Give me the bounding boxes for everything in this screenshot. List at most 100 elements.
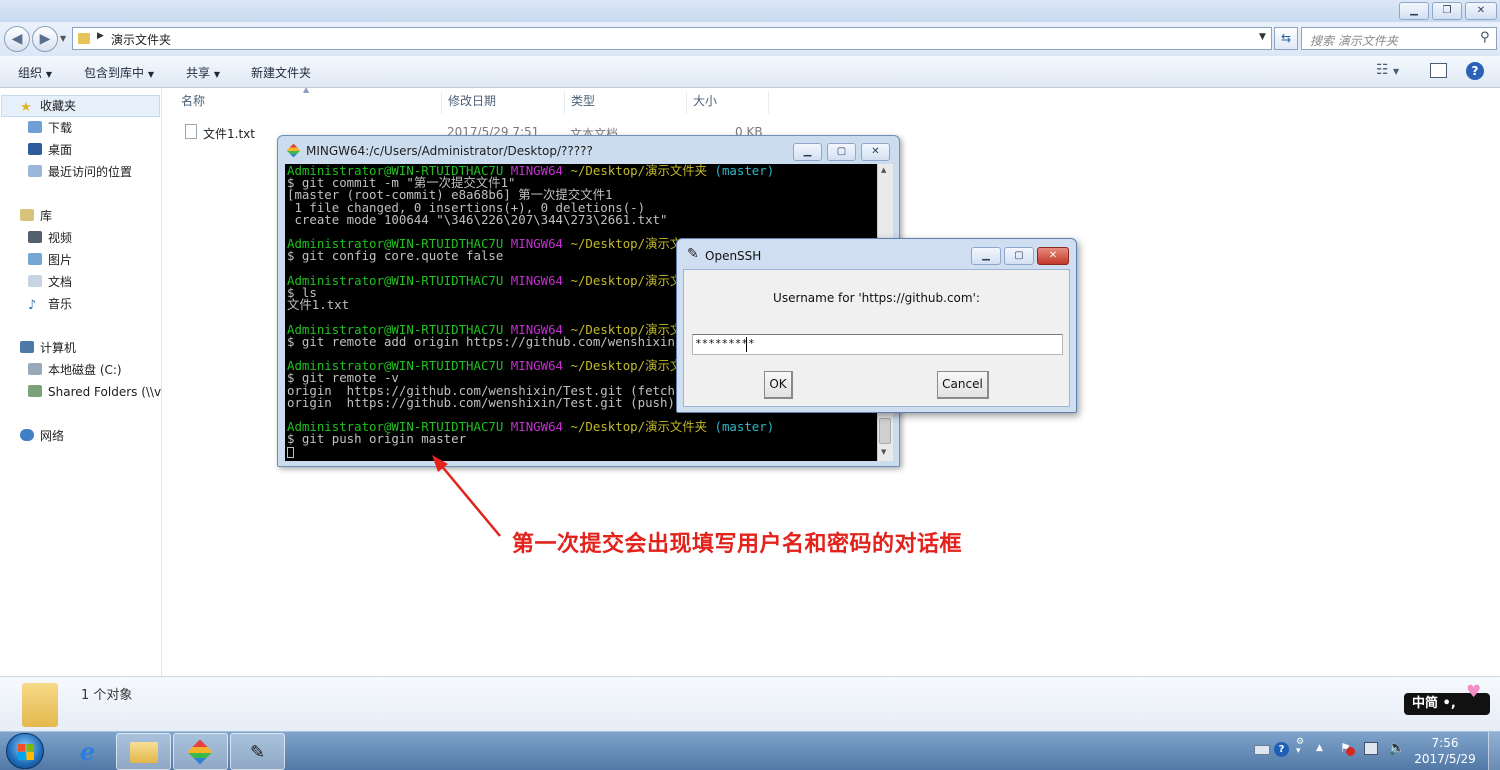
username-input[interactable]: *********: [692, 334, 1063, 355]
terminal-minimize-button[interactable]: ▁: [793, 143, 822, 161]
git-bash-icon: [286, 143, 301, 158]
share-menu[interactable]: 共享 ▼: [186, 64, 220, 81]
column-header-size[interactable]: 大小: [687, 92, 769, 114]
show-desktop-button[interactable]: [1488, 732, 1500, 770]
nav-item-pictures[interactable]: 图片: [28, 250, 72, 270]
tray-network-icon[interactable]: [1364, 742, 1378, 755]
annotation-text: 第一次提交会出现填写用户名和密码的对话框: [512, 532, 963, 557]
terminal-line: Administrator@WIN-RTUIDTHAC7U MINGW64 ~/…: [287, 272, 683, 288]
address-bar[interactable]: ▶ 演示文件夹 ▼: [72, 27, 1272, 50]
organize-menu[interactable]: 组织 ▼: [18, 64, 52, 81]
prompt-path: ~/Desktop/演示文: [563, 272, 683, 288]
windows-logo-icon-lower: [18, 752, 34, 760]
explorer-folder-icon: [130, 742, 158, 763]
recent-pages-dropdown[interactable]: ▼: [60, 34, 66, 43]
taskbar-ie-button[interactable]: e: [60, 733, 115, 770]
terminal-title: MINGW64:/c/Users/Administrator/Desktop/?…: [306, 144, 593, 158]
clock-time[interactable]: 7:56: [1410, 736, 1480, 750]
nav-item-desktop[interactable]: 桌面: [28, 140, 72, 160]
feather-icon: ✎: [687, 246, 699, 262]
nav-item-favorites[interactable]: ★ 收藏夹: [20, 96, 76, 116]
prompt-host: MINGW64: [503, 419, 564, 435]
tray-flag-icon[interactable]: ⚑: [1340, 741, 1355, 757]
network-drive-icon: [28, 385, 42, 397]
dialog-maximize-button[interactable]: ▢: [1004, 247, 1034, 265]
disk-icon: [28, 363, 42, 375]
prompt-branch: (master): [707, 164, 775, 178]
taskbar-git-bash-button[interactable]: [173, 733, 228, 770]
show-hidden-icons-icon[interactable]: ▲: [1316, 743, 1323, 753]
nav-item-music[interactable]: ♪ 音乐: [28, 294, 72, 314]
videos-icon: [28, 231, 42, 243]
breadcrumb-current[interactable]: 演示文件夹: [111, 31, 171, 48]
tray-volume-icon[interactable]: 🔈: [1388, 740, 1405, 756]
column-header-name[interactable]: 名称: [175, 92, 442, 114]
address-dropdown-icon[interactable]: ▼: [1259, 32, 1266, 42]
terminal-line: 文件1.txt: [287, 297, 350, 313]
forward-button[interactable]: ▶: [32, 26, 58, 52]
ok-button[interactable]: OK: [764, 371, 793, 399]
search-input[interactable]: 搜索 演示文件夹 ⚲: [1301, 27, 1497, 50]
back-button[interactable]: ◀: [4, 26, 30, 52]
terminal-line: $ git push origin master: [287, 431, 467, 447]
close-button[interactable]: ✕: [1465, 2, 1497, 20]
scroll-up-icon[interactable]: ▲: [881, 166, 886, 174]
library-icon: [20, 209, 34, 221]
restore-button[interactable]: ❐: [1432, 2, 1462, 20]
clock-date[interactable]: 2017/5/29: [1410, 752, 1480, 766]
scroll-thumb[interactable]: [879, 418, 891, 444]
dialog-title: OpenSSH: [705, 249, 762, 263]
start-button[interactable]: [6, 733, 44, 769]
nav-item-local-disk[interactable]: 本地磁盘 (C:): [28, 360, 122, 380]
terminal-line: origin https://github.com/wenshixin/Test…: [287, 394, 675, 410]
prompt-path: ~/Desktop/演示文: [563, 236, 683, 252]
taskbar-explorer-button[interactable]: [116, 733, 171, 770]
openssh-dialog[interactable]: ✎ OpenSSH ▁ ▢ ✕ Username for 'https://gi…: [676, 238, 1077, 413]
nav-item-recent[interactable]: 最近访问的位置: [28, 162, 132, 182]
nav-item-libraries[interactable]: 库: [20, 206, 52, 226]
nav-item-videos[interactable]: 视频: [28, 228, 72, 248]
dialog-close-button[interactable]: ✕: [1037, 247, 1069, 265]
tray-alert-icon: [1346, 747, 1355, 756]
file-name: 文件1.txt: [203, 127, 255, 141]
breadcrumb-arrow-icon: ▶: [97, 31, 104, 41]
cancel-button[interactable]: Cancel: [937, 371, 989, 399]
view-options-icon[interactable]: ☷ ▼: [1376, 62, 1399, 78]
nav-item-shared-folders[interactable]: Shared Folders (\\v: [28, 382, 161, 402]
tray-help-icon[interactable]: ?: [1274, 742, 1289, 757]
nav-item-computer[interactable]: 计算机: [20, 338, 76, 358]
dialog-minimize-button[interactable]: ▁: [971, 247, 1001, 265]
network-icon: [20, 429, 34, 441]
prompt-path: ~/Desktop/演示文: [563, 358, 683, 374]
scroll-down-icon[interactable]: ▼: [881, 448, 886, 456]
tray-ime-icon[interactable]: [1254, 745, 1270, 755]
terminal-line: $ git config core.quote false: [287, 248, 504, 264]
prompt-user: Administrator@WIN-RTUIDTHAC7U: [287, 272, 504, 288]
nav-item-downloads[interactable]: 下载: [28, 118, 72, 138]
help-icon[interactable]: ?: [1466, 62, 1484, 80]
computer-icon: [20, 341, 34, 353]
new-folder-button[interactable]: 新建文件夹: [251, 64, 311, 81]
refresh-button[interactable]: ⇆: [1274, 27, 1298, 50]
terminal-maximize-button[interactable]: ▢: [827, 143, 856, 161]
folder-icon: [78, 33, 90, 44]
details-pane: 1 个对象 中简 •, ♥: [0, 676, 1500, 731]
terminal-close-button[interactable]: ✕: [861, 143, 890, 161]
include-in-library-menu[interactable]: 包含到库中 ▼: [84, 64, 154, 81]
minimize-button[interactable]: ▁: [1399, 2, 1429, 20]
column-header-modified[interactable]: 修改日期: [442, 92, 565, 114]
ime-indicator[interactable]: 中简 •, ♥: [1404, 682, 1490, 715]
prompt-host: MINGW64: [503, 272, 564, 288]
pictures-icon: [28, 253, 42, 265]
recent-places-icon: [28, 165, 42, 177]
nav-item-network[interactable]: 网络: [20, 426, 64, 446]
nav-item-documents[interactable]: 文档: [28, 272, 72, 292]
heart-icon: ♥: [1466, 682, 1482, 702]
preview-pane-icon[interactable]: [1430, 63, 1447, 78]
taskbar-openssh-button[interactable]: ✎: [230, 733, 285, 770]
tray-options-icon[interactable]: ⚙ ▾: [1296, 738, 1304, 756]
command-bar: 组织 ▼ 包含到库中 ▼ 共享 ▼ 新建文件夹 ☷ ▼ ?: [0, 56, 1500, 88]
column-header-type[interactable]: 类型: [565, 92, 687, 114]
terminal-line: $ git remote add origin https://github.c…: [287, 333, 683, 349]
search-icon[interactable]: ⚲: [1480, 30, 1490, 45]
